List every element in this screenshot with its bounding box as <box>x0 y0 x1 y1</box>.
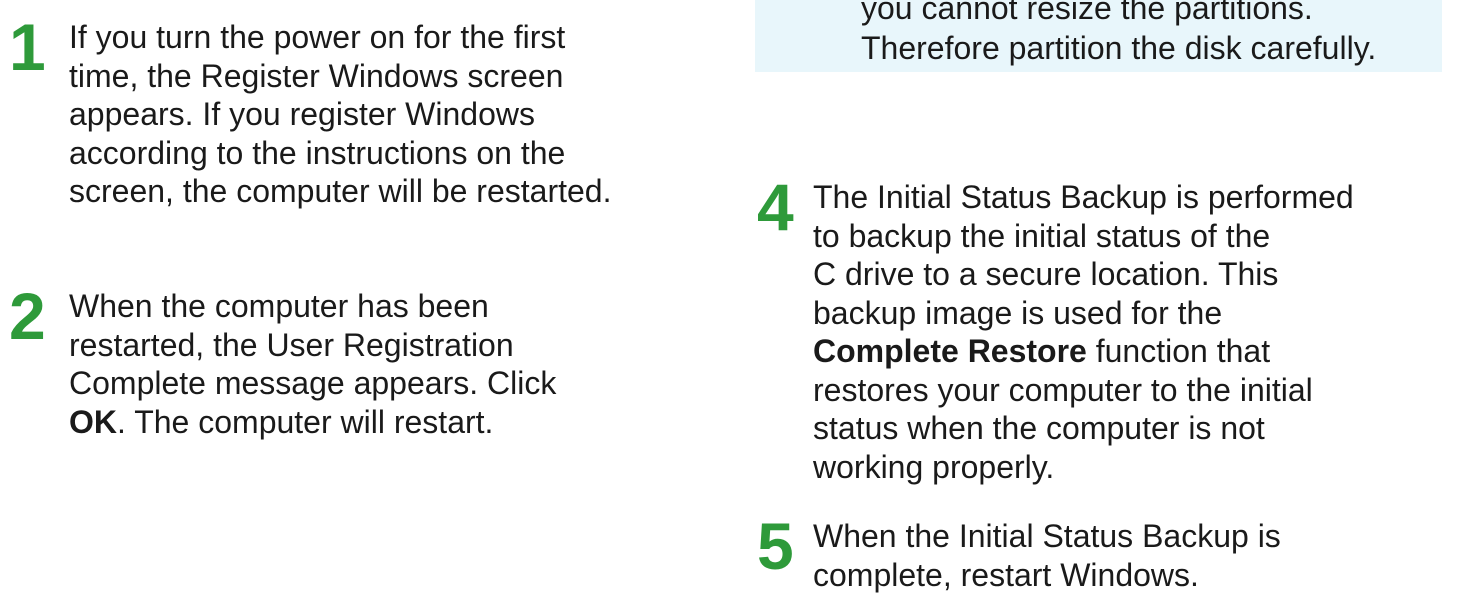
step-line: restarted, the User Registration <box>69 326 556 365</box>
step-line: C drive to a secure location. This <box>813 255 1354 294</box>
step-line-rest: . The computer will restart. <box>117 404 493 440</box>
step-text: If you turn the power on for the first t… <box>69 18 611 211</box>
step-line: time, the Register Windows screen <box>69 57 611 96</box>
step-number: 1 <box>9 14 46 80</box>
step-line: working properly. <box>813 448 1354 487</box>
step-number: 2 <box>9 283 46 349</box>
step-line: Complete Restore function that <box>813 332 1354 371</box>
ok-term: OK <box>69 404 117 440</box>
note-line: you cannot resize the partitions. <box>861 0 1441 28</box>
step-number: 4 <box>757 174 794 240</box>
step-line: When the computer has been <box>69 287 556 326</box>
note-text: you cannot resize the partitions. Theref… <box>861 0 1441 68</box>
complete-restore-term: Complete Restore <box>813 333 1087 369</box>
step-line: If you turn the power on for the first <box>69 18 611 57</box>
step-line: to backup the initial status of the <box>813 217 1354 256</box>
note-line: Therefore partition the disk carefully. <box>861 28 1441 68</box>
step-number: 5 <box>757 513 794 579</box>
step-line: complete, restart Windows. <box>813 556 1281 594</box>
step-text: When the Initial Status Backup is comple… <box>813 517 1281 594</box>
step-line: The Initial Status Backup is performed <box>813 178 1354 217</box>
step-line: status when the computer is not <box>813 409 1354 448</box>
step-line: restores your computer to the initial <box>813 371 1354 410</box>
step-text: When the computer has been restarted, th… <box>69 287 556 441</box>
step-line: Complete message appears. Click <box>69 364 556 403</box>
step-line: appears. If you register Windows <box>69 95 611 134</box>
step-line: OK. The computer will restart. <box>69 403 556 442</box>
step-line: When the Initial Status Backup is <box>813 517 1281 556</box>
step-line: screen, the computer will be restarted. <box>69 172 611 211</box>
step-line: according to the instructions on the <box>69 134 611 173</box>
step-line: backup image is used for the <box>813 294 1354 333</box>
step-text: The Initial Status Backup is performed t… <box>813 178 1354 486</box>
step-line-rest: function that <box>1087 333 1270 369</box>
